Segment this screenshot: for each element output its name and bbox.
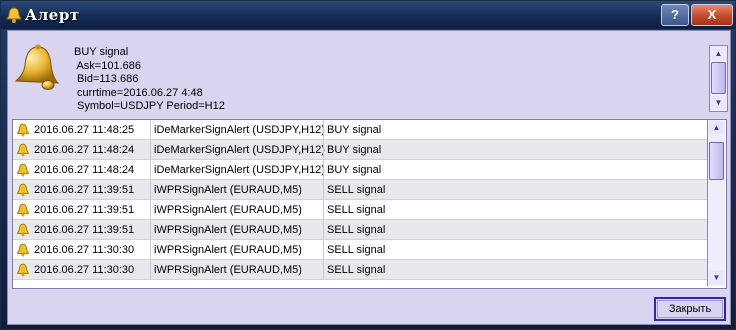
alert-window: Алерт ? X BUY signal Ask=101.686 Bid=113…: [0, 0, 736, 330]
alert-message: SELL signal: [327, 204, 386, 216]
scroll-down-icon[interactable]: ▼: [711, 96, 726, 109]
alert-message: SELL signal: [327, 184, 386, 196]
alert-source: iDeMarkerSignAlert (USDJPY,H12): [154, 144, 325, 156]
alert-message: BUY signal: [327, 124, 382, 136]
bell-icon: [16, 263, 30, 277]
help-button[interactable]: ?: [661, 4, 689, 26]
alert-time: 2016.06.27 11:48:24: [34, 144, 135, 156]
alert-source: iWPRSignAlert (EURAUD,M5): [154, 184, 302, 196]
scroll-thumb[interactable]: [711, 62, 726, 94]
bell-icon: [16, 163, 30, 177]
alert-list[interactable]: 2016.06.27 11:48:25 iDeMarkerSignAlert (…: [12, 119, 727, 289]
alert-line: Ask=101.686: [74, 59, 141, 72]
alert-time: 2016.06.27 11:39:51: [34, 224, 135, 236]
bell-icon: [14, 44, 60, 90]
alert-source: iWPRSignAlert (EURAUD,M5): [154, 224, 302, 236]
list-item[interactable]: 2016.06.27 11:39:51 iWPRSignAlert (EURAU…: [13, 220, 707, 240]
alert-message: SELL signal: [327, 244, 386, 256]
alert-message: BUY signal: [327, 144, 382, 156]
title-bar[interactable]: Алерт ? X: [1, 1, 735, 29]
alert-time: 2016.06.27 11:48:24: [34, 164, 135, 176]
list-item[interactable]: 2016.06.27 11:48:24 iDeMarkerSignAlert (…: [13, 140, 707, 160]
alert-time: 2016.06.27 11:48:25: [34, 124, 135, 136]
bell-icon: [6, 7, 22, 23]
bell-icon: [16, 183, 30, 197]
scroll-up-icon[interactable]: ▲: [709, 121, 724, 134]
list-scrollbar[interactable]: ▲ ▼: [707, 120, 725, 286]
list-item[interactable]: 2016.06.27 11:39:51 iWPRSignAlert (EURAU…: [13, 200, 707, 220]
alert-line: Symbol=USDJPY Period=H12: [74, 100, 225, 112]
alert-message: SELL signal: [327, 224, 386, 236]
alert-line: currtime=2016.06.27 4:48: [74, 86, 203, 99]
window-close-button[interactable]: X: [691, 4, 733, 26]
scroll-thumb[interactable]: [709, 142, 724, 180]
scroll-down-icon[interactable]: ▼: [709, 271, 724, 284]
alert-time: 2016.06.27 11:39:51: [34, 204, 135, 216]
alert-message: SELL signal: [327, 264, 386, 276]
alert-line: BUY signal: [74, 46, 129, 58]
alert-source: iWPRSignAlert (EURAUD,M5): [154, 244, 302, 256]
alert-source: iDeMarkerSignAlert (USDJPY,H12): [154, 124, 325, 136]
dialog-client: BUY signal Ask=101.686 Bid=113.686 currt…: [7, 30, 731, 325]
alert-source: iDeMarkerSignAlert (USDJPY,H12): [154, 164, 325, 176]
details-scrollbar[interactable]: ▲ ▼: [709, 45, 728, 112]
alert-details: BUY signal Ask=101.686 Bid=113.686 currt…: [74, 46, 225, 114]
bell-icon: [16, 223, 30, 237]
list-item[interactable]: 2016.06.27 11:30:30 iWPRSignAlert (EURAU…: [13, 240, 707, 260]
list-item[interactable]: 2016.06.27 11:39:51 iWPRSignAlert (EURAU…: [13, 180, 707, 200]
alert-source: iWPRSignAlert (EURAUD,M5): [154, 204, 302, 216]
list-item[interactable]: 2016.06.27 11:48:25 iDeMarkerSignAlert (…: [13, 120, 707, 140]
list-item[interactable]: 2016.06.27 11:30:30 iWPRSignAlert (EURAU…: [13, 260, 707, 280]
bell-icon: [16, 143, 30, 157]
window-title: Алерт: [25, 6, 80, 24]
bell-icon: [16, 203, 30, 217]
alert-time: 2016.06.27 11:30:30: [34, 244, 135, 256]
alert-source: iWPRSignAlert (EURAUD,M5): [154, 264, 302, 276]
alert-message: BUY signal: [327, 164, 382, 176]
list-item[interactable]: 2016.06.27 11:48:24 iDeMarkerSignAlert (…: [13, 160, 707, 180]
bell-icon: [16, 243, 30, 257]
alert-line: Bid=113.686: [74, 73, 139, 85]
bell-icon: [16, 123, 30, 137]
close-button[interactable]: Закрыть: [654, 297, 726, 321]
scroll-up-icon[interactable]: ▲: [711, 47, 726, 60]
alert-time: 2016.06.27 11:39:51: [34, 184, 135, 196]
alert-time: 2016.06.27 11:30:30: [34, 264, 135, 276]
